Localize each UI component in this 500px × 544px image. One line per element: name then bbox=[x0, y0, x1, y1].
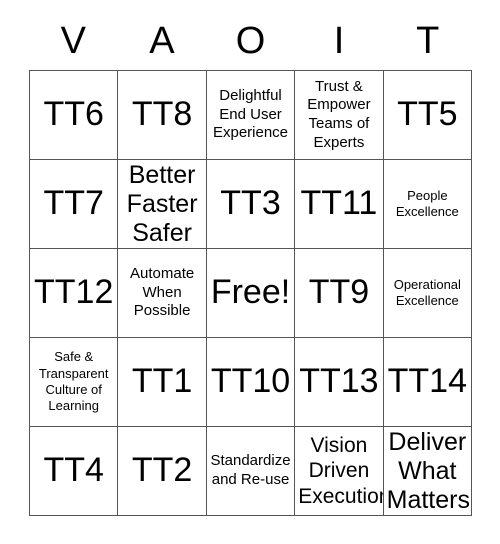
bingo-cell[interactable]: TT14 bbox=[383, 338, 473, 427]
bingo-cell-label: Better Faster Safer bbox=[126, 160, 198, 247]
bingo-cell-label: TT13 bbox=[299, 362, 379, 401]
bingo-row: Safe & Transparent Culture of Learning T… bbox=[30, 338, 473, 427]
bingo-cell-label: Deliver What Matters bbox=[386, 427, 470, 514]
header-letter-5: T bbox=[416, 20, 440, 62]
bingo-cell-label: Automate When Possible bbox=[130, 264, 195, 320]
bingo-cell-label: Vision Driven Execution bbox=[298, 434, 384, 508]
bingo-cell[interactable]: Vision Driven Execution bbox=[295, 427, 384, 516]
bingo-cell-label: TT4 bbox=[43, 451, 104, 490]
bingo-cell[interactable]: TT13 bbox=[295, 338, 384, 427]
bingo-cell-label: Trust & Empower Teams of Experts bbox=[307, 77, 371, 151]
bingo-cell-label: TT7 bbox=[43, 184, 104, 223]
bingo-cell-label: Operational Excellence bbox=[393, 276, 461, 308]
bingo-cell-label: TT6 bbox=[43, 95, 104, 134]
bingo-cell[interactable]: Deliver What Matters bbox=[383, 427, 473, 516]
bingo-cell[interactable]: Better Faster Safer bbox=[118, 160, 207, 249]
header-letter-2: A bbox=[149, 20, 175, 62]
bingo-grid: TT6 TT8 Delightful End User Experience T… bbox=[29, 70, 473, 516]
bingo-cell-label: TT12 bbox=[34, 273, 114, 312]
bingo-cell-label: People Excellence bbox=[395, 187, 459, 219]
header-letter-3: O bbox=[235, 20, 266, 62]
bingo-cell[interactable]: Trust & Empower Teams of Experts bbox=[295, 71, 384, 160]
bingo-cell[interactable]: TT11 bbox=[295, 160, 384, 249]
bingo-cell[interactable]: TT4 bbox=[30, 427, 119, 516]
bingo-cell-label: TT11 bbox=[300, 184, 378, 223]
bingo-row: TT12 Automate When Possible Free! TT9 Op… bbox=[30, 249, 473, 338]
bingo-cell-label: Standardize and Re-use bbox=[210, 452, 291, 488]
bingo-cell-label: Delightful End User Experience bbox=[212, 86, 289, 142]
bingo-cell-label: TT2 bbox=[131, 451, 193, 490]
bingo-cell[interactable]: People Excellence bbox=[383, 160, 473, 249]
bingo-cell[interactable]: Safe & Transparent Culture of Learning bbox=[30, 338, 119, 427]
bingo-cell-label: TT14 bbox=[387, 362, 467, 401]
header-letter-4: I bbox=[333, 20, 345, 62]
bingo-cell[interactable]: TT6 bbox=[30, 71, 119, 160]
bingo-cell-label: TT9 bbox=[308, 273, 370, 312]
header-letter-1: V bbox=[60, 20, 86, 62]
bingo-cell[interactable]: TT8 bbox=[118, 71, 207, 160]
bingo-cell[interactable]: TT3 bbox=[206, 160, 296, 249]
bingo-cell[interactable]: TT12 bbox=[30, 249, 119, 338]
bingo-cell-label: TT3 bbox=[220, 184, 281, 223]
bingo-cell-label: TT5 bbox=[397, 95, 458, 134]
bingo-cell-label: TT10 bbox=[210, 362, 291, 401]
bingo-row: TT4 TT2 Standardize and Re-use Vision Dr… bbox=[30, 427, 473, 516]
bingo-cell[interactable]: TT5 bbox=[383, 71, 473, 160]
bingo-cell-label: TT1 bbox=[131, 362, 193, 401]
bingo-card: V A O I T TT6 TT8 Delightful End User Ex… bbox=[29, 12, 473, 516]
bingo-cell[interactable]: Operational Excellence bbox=[383, 249, 473, 338]
bingo-cell[interactable]: TT2 bbox=[118, 427, 207, 516]
bingo-cell[interactable]: Standardize and Re-use bbox=[206, 427, 296, 516]
bingo-cell[interactable]: Automate When Possible bbox=[118, 249, 207, 338]
bingo-row: TT7 Better Faster Safer TT3 TT11 People … bbox=[30, 160, 473, 249]
bingo-cell-label: Safe & Transparent Culture of Learning bbox=[38, 349, 109, 414]
bingo-cell[interactable]: TT10 bbox=[206, 338, 296, 427]
bingo-cell[interactable]: TT7 bbox=[30, 160, 119, 249]
free-space-label: Free! bbox=[210, 273, 291, 312]
bingo-cell-free-space[interactable]: Free! bbox=[206, 249, 296, 338]
bingo-cell[interactable]: TT9 bbox=[295, 249, 384, 338]
bingo-cell[interactable]: Delightful End User Experience bbox=[206, 71, 296, 160]
bingo-cell[interactable]: TT1 bbox=[118, 338, 207, 427]
bingo-header-row: V A O I T bbox=[29, 12, 472, 70]
bingo-cell-label: TT8 bbox=[131, 95, 193, 134]
bingo-row: TT6 TT8 Delightful End User Experience T… bbox=[30, 71, 473, 160]
